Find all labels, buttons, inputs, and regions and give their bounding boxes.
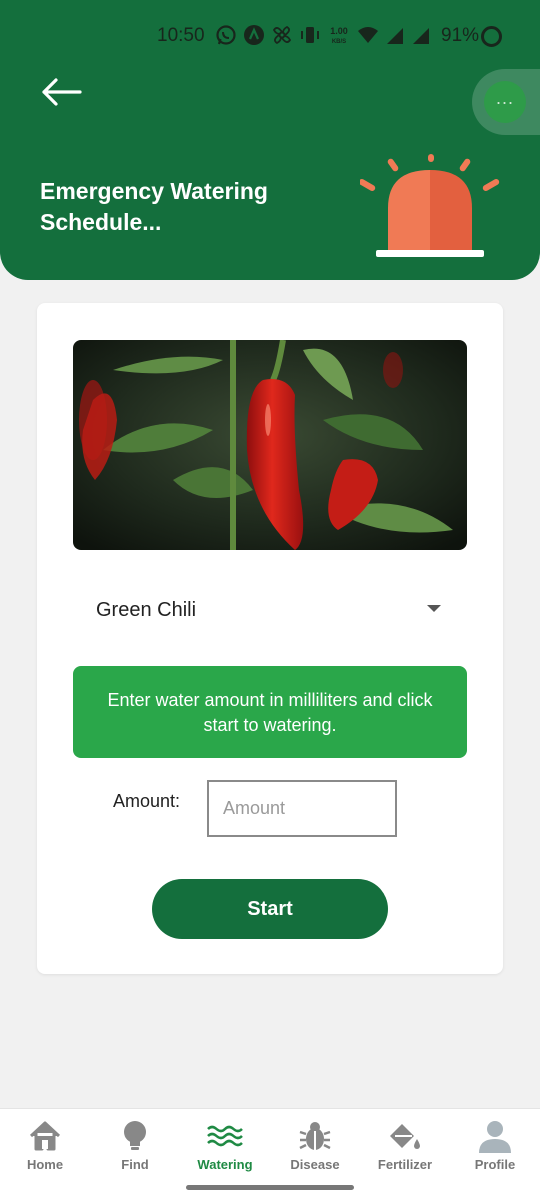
- plant-dropdown[interactable]: Green Chili: [73, 579, 467, 635]
- nav-item-watering[interactable]: Watering: [180, 1109, 270, 1181]
- paint-bucket-icon: [390, 1124, 420, 1149]
- nav-item-fertilizer[interactable]: Fertilizer: [360, 1109, 450, 1181]
- speed-icon: 1.00 KB/S: [330, 26, 348, 45]
- plant-image: [73, 340, 467, 550]
- amount-input[interactable]: [207, 780, 397, 837]
- signal-icon-2: [413, 28, 429, 44]
- battery-percent: 91%: [441, 25, 480, 46]
- back-button[interactable]: [38, 72, 86, 112]
- nav-label-find: Find: [121, 1157, 149, 1172]
- nav-label-watering: Watering: [197, 1157, 253, 1172]
- status-time: 10:50: [157, 25, 205, 46]
- net-speed-unit: KB/S: [332, 39, 346, 45]
- vibrate-icon: [301, 27, 319, 43]
- nav-label-profile: Profile: [474, 1157, 516, 1172]
- app-icon: [244, 25, 264, 45]
- signal-icon: [387, 28, 403, 44]
- home-icon: [29, 1121, 61, 1151]
- caret-down-icon: [427, 605, 441, 612]
- person-icon: [479, 1121, 511, 1153]
- dropdown-selected-value: Green Chili: [96, 599, 197, 621]
- nav-label-fertilizer: Fertilizer: [377, 1157, 433, 1172]
- nav-item-profile[interactable]: Profile: [450, 1109, 540, 1181]
- whatsapp-icon: [216, 25, 236, 45]
- nav-item-home[interactable]: Home: [0, 1109, 90, 1181]
- arrow-left-icon: [42, 78, 82, 106]
- amount-label: Amount:: [113, 791, 181, 811]
- home-indicator: [186, 1185, 354, 1190]
- more-icon: ...: [484, 81, 526, 123]
- status-icons: 1.00 KB/S: [215, 24, 431, 46]
- bug-icon: [299, 1122, 331, 1150]
- nav-item-find[interactable]: Find: [90, 1109, 180, 1181]
- fan-icon: [272, 25, 292, 45]
- net-speed-top: 1.00: [330, 26, 348, 36]
- nav-item-disease[interactable]: Disease: [270, 1109, 360, 1181]
- watering-card: Green Chili Enter water amount in millil…: [37, 303, 503, 974]
- alarm-siren-icon: [360, 154, 500, 257]
- nav-label-home: Home: [26, 1157, 64, 1172]
- water-waves-icon: [207, 1125, 243, 1147]
- header: 10:50 1.00 KB/S 91% ... Emergency Waterin…: [0, 0, 540, 280]
- wifi-icon: [358, 27, 378, 43]
- start-button[interactable]: Start: [152, 879, 388, 939]
- nav-label-disease: Disease: [290, 1157, 340, 1172]
- info-message: Enter water amount in milliliters and cl…: [73, 666, 467, 758]
- floating-bubble[interactable]: ...: [472, 69, 540, 135]
- battery-icon: [481, 26, 502, 47]
- lightbulb-icon: [124, 1121, 146, 1150]
- status-bar: 10:50 1.00 KB/S 91%: [0, 0, 540, 72]
- page-title: Emergency Watering Schedule...: [40, 178, 268, 235]
